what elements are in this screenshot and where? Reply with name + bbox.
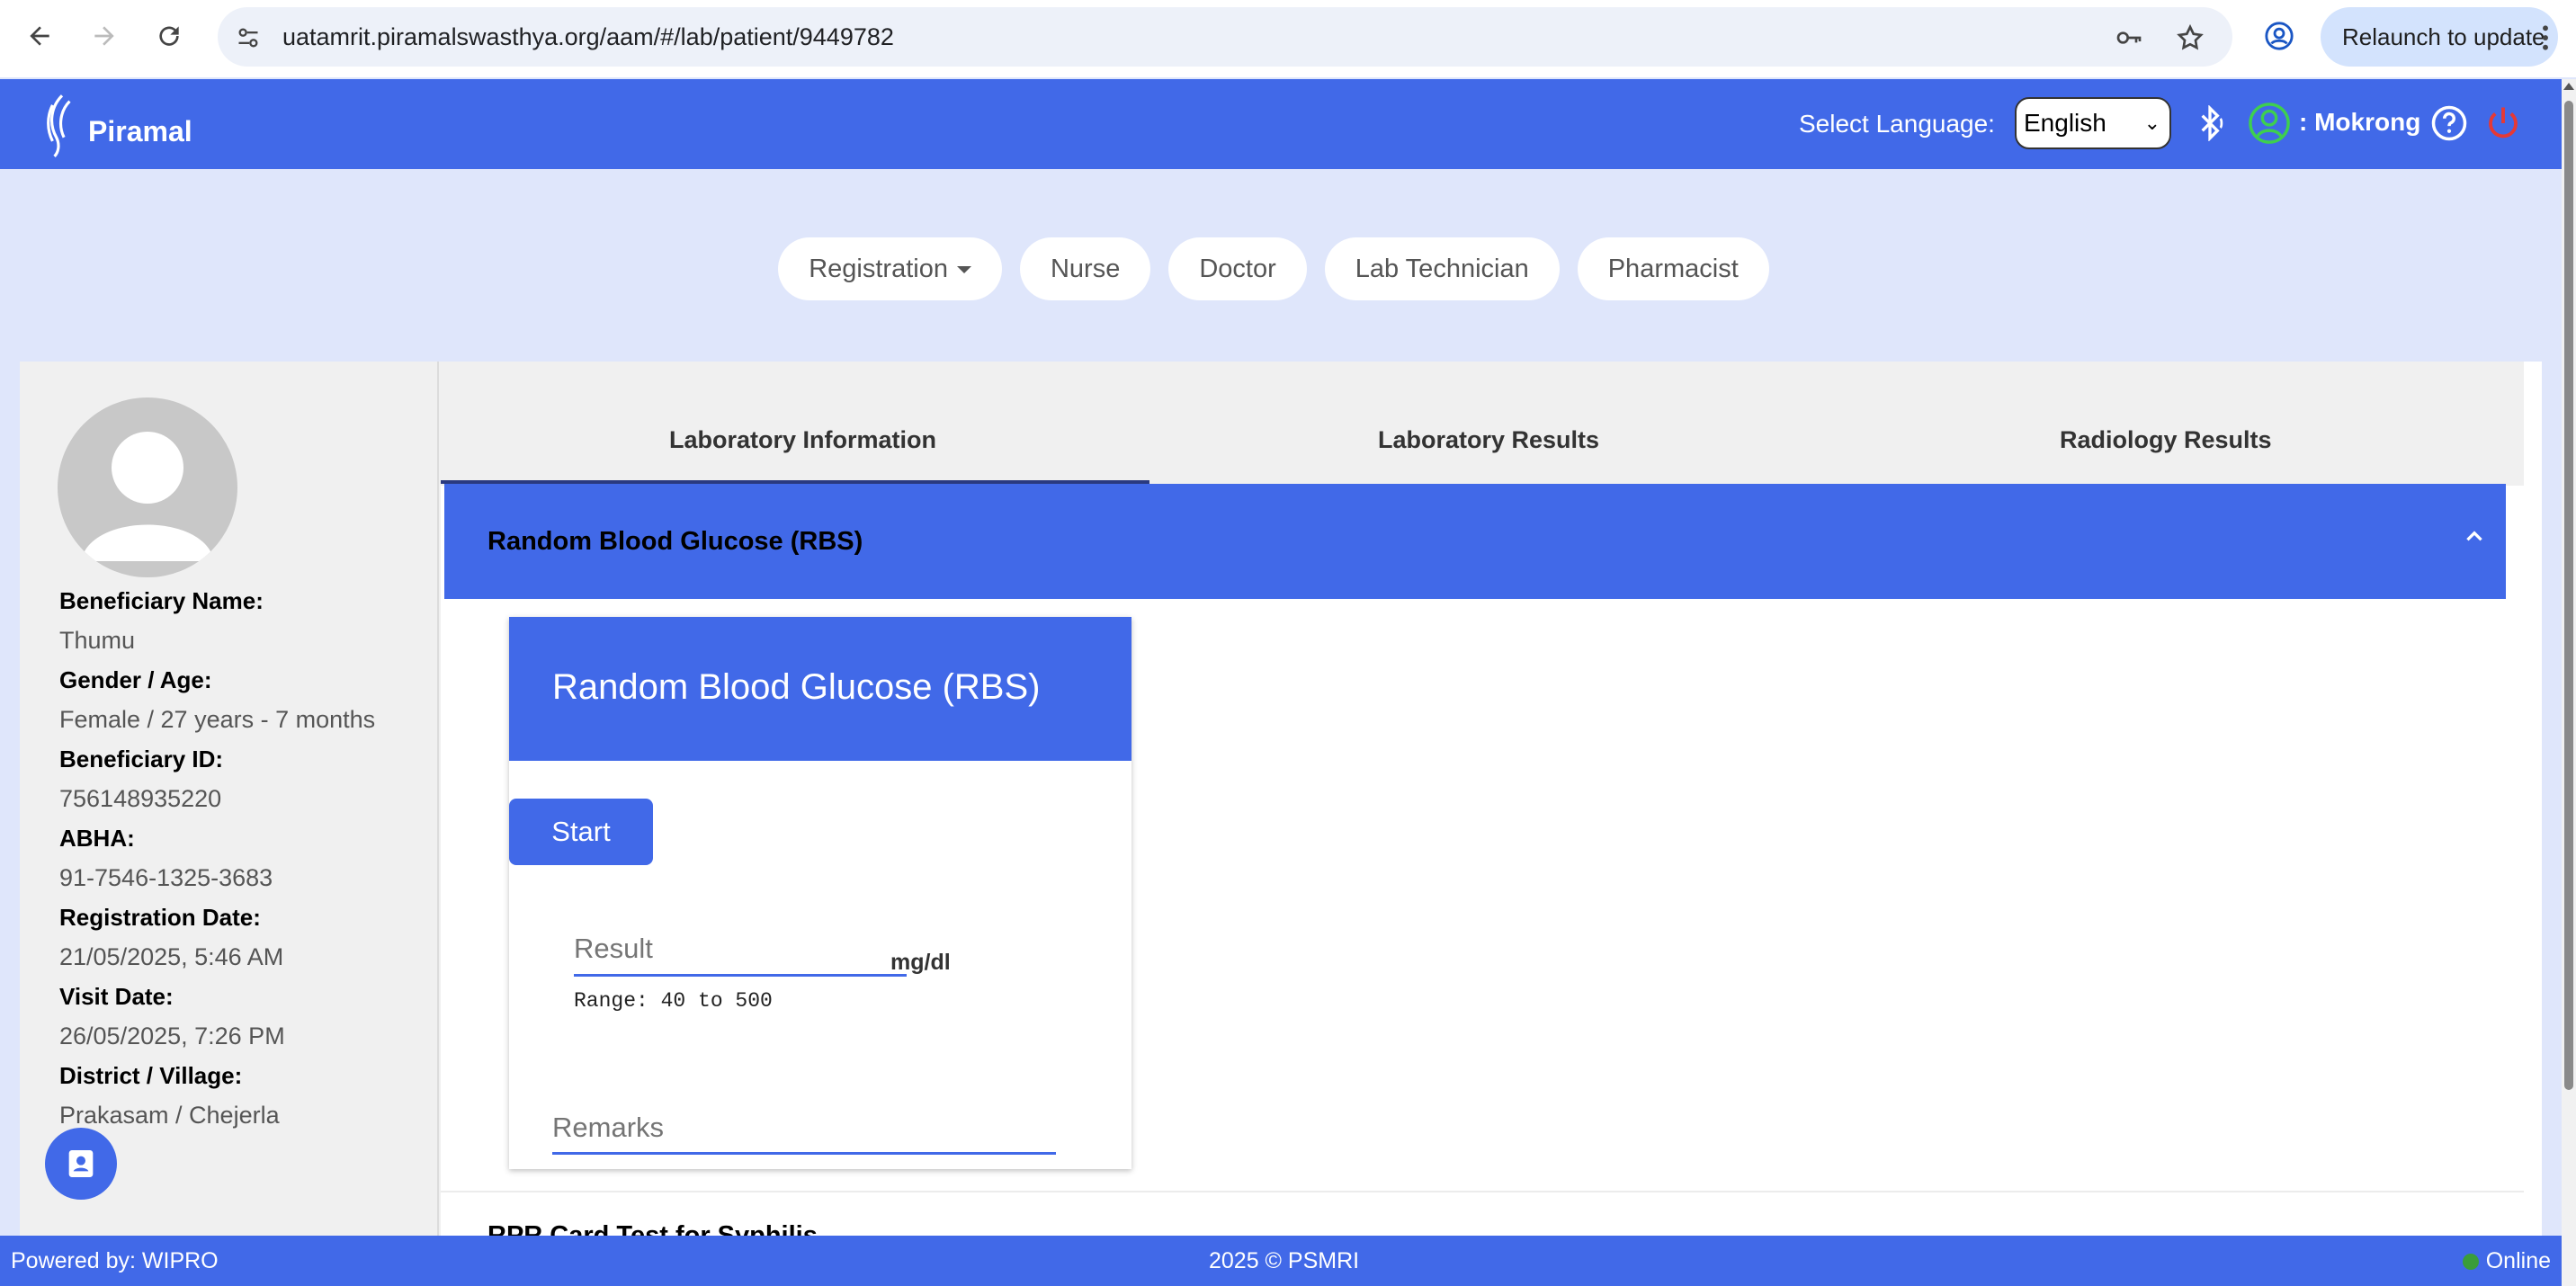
piramal-logo: Piramal [41, 92, 192, 158]
url-text[interactable]: uatamrit.piramalswasthya.org/aam/#/lab/p… [282, 7, 894, 67]
main-card: Beneficiary Name: Thumu Gender / Age: Fe… [20, 362, 2542, 1250]
start-button[interactable]: Start [509, 799, 653, 865]
rbs-panel-header[interactable]: Random Blood Glucose (RBS) [444, 484, 2506, 599]
beneficiary-id-value: 756148935220 [59, 785, 222, 812]
gender-age-value: Female / 27 years - 7 months [59, 706, 376, 733]
language-label: Select Language: [1799, 110, 1995, 138]
scroll-thumb[interactable] [2564, 101, 2573, 1090]
role-doctor[interactable]: Doctor [1168, 237, 1307, 300]
visit-date-value: 26/05/2025, 7:26 PM [59, 1023, 285, 1049]
piramal-logo-icon [47, 94, 71, 158]
role-nurse[interactable]: Nurse [1019, 237, 1151, 300]
patient-avatar [58, 397, 237, 577]
browser-profile-icon[interactable] [2261, 18, 2297, 54]
forward-arrow-icon[interactable] [85, 16, 124, 56]
result-input[interactable] [574, 923, 907, 977]
back-arrow-icon[interactable] [20, 16, 59, 56]
role-pharmacist[interactable]: Pharmacist [1577, 237, 1769, 300]
rbs-card-header: Random Blood Glucose (RBS) [509, 617, 1131, 761]
rbs-test-card: Random Blood Glucose (RBS) Start mg/dl R… [509, 617, 1131, 1169]
reload-icon[interactable] [149, 16, 189, 56]
visit-date-label: Visit Date: [59, 983, 174, 1010]
patient-sidebar: Beneficiary Name: Thumu Gender / Age: Fe… [20, 362, 439, 1236]
tab-laboratory-results[interactable]: Laboratory Results [1378, 426, 1599, 454]
beneficiary-name-label: Beneficiary Name: [59, 587, 264, 614]
user-avatar-icon[interactable] [2247, 101, 2292, 146]
powered-by: Powered by: WIPRO [11, 1248, 219, 1273]
beneficiary-name-value: Thumu [59, 627, 136, 654]
rbs-panel-title: Random Blood Glucose (RBS) [487, 527, 863, 556]
bookmark-star-icon[interactable] [2173, 21, 2207, 55]
bluetooth-icon[interactable] [2187, 101, 2232, 146]
language-select[interactable]: English ⌄ [2015, 97, 2171, 149]
result-unit: mg/dl [890, 950, 951, 975]
role-lab-technician[interactable]: Lab Technician [1324, 237, 1560, 300]
address-bar[interactable]: uatamrit.piramalswasthya.org/aam/#/lab/p… [218, 7, 2232, 67]
lab-tabs: Laboratory Information Laboratory Result… [441, 362, 2524, 486]
lab-content: Laboratory Information Laboratory Result… [441, 362, 2542, 1250]
registration-date-label: Registration Date: [59, 904, 261, 931]
user-name: : Mokrong [2299, 108, 2421, 136]
browser-menu-icon[interactable] [2536, 20, 2554, 56]
scroll-up-arrow-icon[interactable] [2563, 83, 2574, 90]
result-range: Range: 40 to 500 [574, 989, 773, 1013]
beneficiary-id-label: Beneficiary ID: [59, 746, 224, 772]
contact-card-icon [68, 1150, 94, 1177]
power-icon[interactable] [2481, 101, 2526, 146]
app-footer: Powered by: WIPRO 2025 © PSMRI Online [0, 1236, 2562, 1286]
gender-age-label: Gender / Age: [59, 666, 212, 693]
chevron-up-icon[interactable] [2461, 523, 2488, 550]
role-registration[interactable]: Registration [778, 237, 1002, 300]
online-status: Online [2462, 1248, 2551, 1274]
panel-divider [441, 1191, 2524, 1192]
abha-value: 91-7546-1325-3683 [59, 864, 273, 891]
browser-toolbar: uatamrit.piramalswasthya.org/aam/#/lab/p… [0, 0, 2576, 77]
district-village-value: Prakasam / Chejerla [59, 1102, 280, 1129]
rbs-card-title: Random Blood Glucose (RBS) [552, 667, 1041, 707]
copyright: 2025 © PSMRI [1209, 1248, 1360, 1273]
online-label: Online [2485, 1248, 2551, 1273]
brand-name: Piramal [88, 114, 192, 147]
role-nav: Registration Nurse Doctor Lab Technician… [0, 237, 2562, 300]
district-village-label: District / Village: [59, 1062, 243, 1089]
online-dot-icon [2462, 1253, 2479, 1270]
help-icon[interactable] [2427, 101, 2472, 146]
site-settings-icon[interactable] [230, 20, 266, 56]
chevron-down-icon: ⌄ [2143, 112, 2160, 134]
relaunch-button[interactable]: Relaunch to update [2321, 7, 2558, 67]
abha-label: ABHA: [59, 825, 135, 852]
tab-radiology-results[interactable]: Radiology Results [2060, 426, 2272, 454]
remarks-input[interactable] [552, 1103, 1056, 1155]
contact-card-button[interactable] [45, 1128, 117, 1200]
app-header: Piramal Select Language: English ⌄ : Mok… [0, 79, 2562, 169]
tab-laboratory-information[interactable]: Laboratory Information [669, 426, 936, 454]
language-value: English [2024, 109, 2106, 137]
registration-date-value: 21/05/2025, 5:46 AM [59, 943, 284, 970]
chevron-down-icon [956, 266, 971, 274]
password-key-icon[interactable] [2112, 21, 2146, 55]
patient-info: Beneficiary Name: Thumu Gender / Age: Fe… [59, 581, 437, 1135]
page-scrollbar[interactable] [2562, 79, 2576, 1286]
